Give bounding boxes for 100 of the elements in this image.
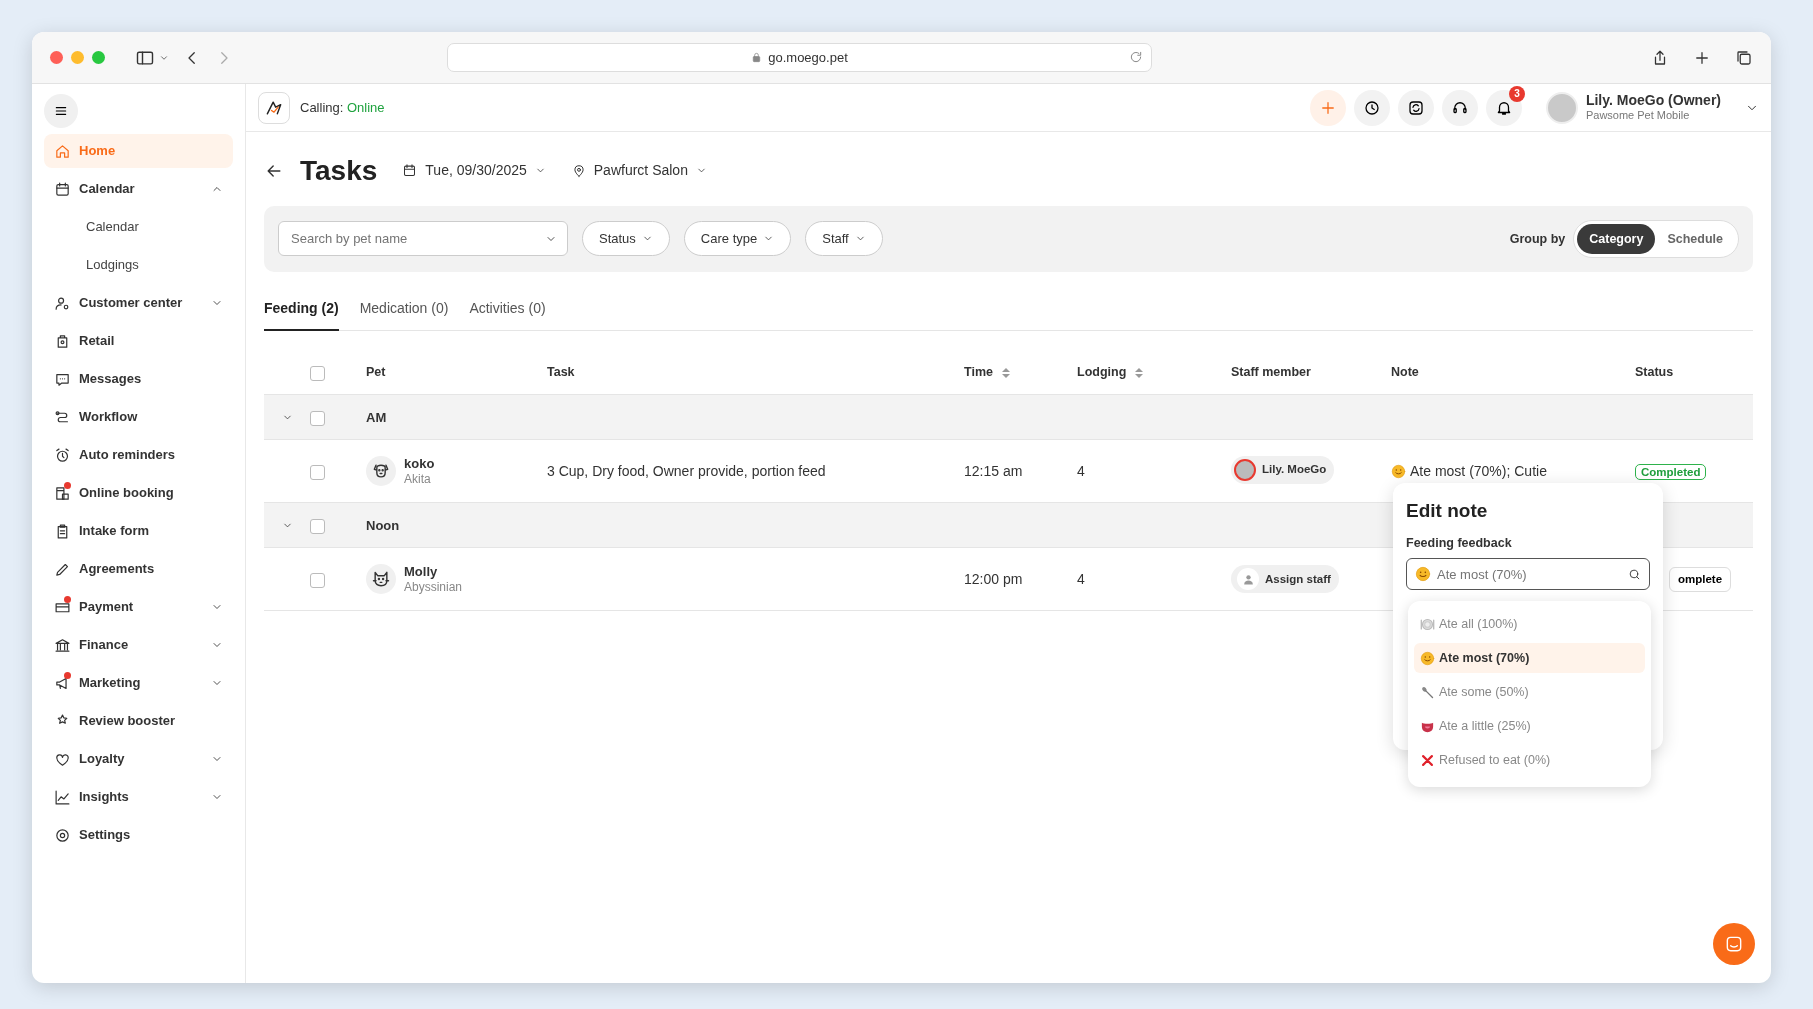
page-title: Tasks [300, 154, 378, 188]
notification-count: 3 [1508, 85, 1525, 102]
group-label: AM [366, 408, 388, 427]
sidebar-label: Home [79, 142, 116, 161]
column-header: Task [547, 364, 575, 382]
add-button[interactable] [1309, 89, 1346, 126]
address-bar[interactable]: go.moego.pet [447, 43, 1152, 72]
sidebar-item[interactable]: Online booking [44, 476, 233, 510]
sidebar-item[interactable]: Loyalty [44, 742, 233, 776]
search-field[interactable]: Search by pet name [278, 221, 568, 257]
task-time: 12:00 pm [964, 569, 1024, 589]
sidebar-label: Review booster [79, 712, 176, 731]
sidebar-subitem[interactable]: Calendar [44, 210, 233, 244]
location-picker[interactable]: Pawfurct Salon [570, 159, 708, 183]
pet-name: koko [404, 455, 435, 472]
tabs-overview-icon[interactable] [1735, 48, 1753, 67]
window-control-button[interactable] [92, 51, 105, 64]
clock-icon [1362, 98, 1381, 117]
sidebar-label: Retail [79, 332, 115, 351]
bank-icon [54, 636, 71, 654]
url-text: go.moego.pet [768, 48, 848, 67]
tab[interactable]: Activities (0) [469, 294, 546, 332]
feedback-option[interactable]: Ate most (70%) [1414, 643, 1645, 673]
sidebar-label: Calendar [79, 180, 135, 199]
spoon-icon [1420, 684, 1435, 700]
sidebar-item[interactable]: Auto reminders [44, 438, 233, 472]
sidebar-item[interactable]: Finance [44, 628, 233, 662]
search-field[interactable]: Search by pet name [289, 228, 539, 250]
sidebar-label: Workflow [79, 408, 138, 427]
date-picker[interactable]: Tue, 09/30/2025 [401, 159, 547, 183]
column-header: Staff member [1231, 364, 1311, 382]
sidebar-label: Agreements [79, 560, 155, 579]
column-header[interactable]: Time [964, 363, 993, 383]
feedback-option[interactable]: Ate some (50%) [1414, 677, 1645, 707]
status-label: Completed [1635, 463, 1707, 480]
group-by-label: Group by [1509, 230, 1566, 248]
calling-status: Calling: Online [300, 98, 385, 117]
tab[interactable]: Feeding (2) [264, 294, 339, 332]
lock-icon [751, 52, 763, 63]
sidebar-item[interactable]: Insights [44, 780, 233, 814]
filter-dropdown[interactable]: Care type [683, 221, 792, 257]
sidebar-item[interactable]: Agreements [44, 552, 233, 586]
sidebar-item[interactable]: Review booster [44, 704, 233, 738]
sidebar-item[interactable]: Marketing [44, 666, 233, 700]
checkbox[interactable] [310, 518, 325, 534]
sidebar-item[interactable]: Messages [44, 362, 233, 396]
checkbox[interactable] [310, 365, 325, 381]
clock-button[interactable] [1353, 89, 1390, 126]
sidebar-label: Intake form [79, 522, 150, 541]
feedback-option[interactable]: Refused to eat (0%) [1414, 745, 1645, 775]
sync-button[interactable] [1397, 89, 1434, 126]
pet-breed: Abyssinian [404, 579, 463, 595]
sidebar-item[interactable]: Intake form [44, 514, 233, 548]
sidebar-item[interactable]: Customer center [44, 286, 233, 320]
checkbox[interactable] [310, 572, 325, 588]
field-label: Feeding feedback [1406, 534, 1513, 552]
notifications-button[interactable]: 3 [1485, 89, 1522, 126]
smiley-icon [1391, 463, 1406, 479]
store-icon [54, 484, 71, 502]
feedback-field[interactable]: Ate most (70%) [1406, 558, 1650, 591]
sidebar-label: Marketing [79, 674, 141, 693]
group-by-option[interactable]: Category [1577, 223, 1656, 255]
sidebar-label: Insights [79, 788, 129, 807]
sidebar-label: Settings [79, 826, 131, 845]
sidebar-label: Finance [79, 636, 129, 655]
filter-dropdown[interactable]: Staff [805, 221, 883, 257]
chat-icon [1724, 934, 1744, 954]
menu-button[interactable] [44, 94, 78, 128]
filter-dropdown[interactable]: Status [582, 221, 670, 257]
sidebar-item[interactable]: Workflow [44, 400, 233, 434]
complete-button[interactable]: omplete [1669, 566, 1732, 592]
column-header: Note [1391, 364, 1419, 382]
search-icon [1628, 567, 1641, 581]
task-description: 3 Cup, Dry food, Owner provide, portion feed [547, 461, 827, 481]
sidebar-item[interactable]: Calendar [44, 172, 233, 206]
support-button[interactable] [1441, 89, 1478, 126]
chart-icon [54, 788, 71, 806]
sidebar-item[interactable]: Retail [44, 324, 233, 358]
sidebar-label: Loyalty [79, 750, 125, 769]
tab[interactable]: Medication (0) [359, 294, 449, 332]
window-control-button[interactable] [50, 51, 63, 64]
window-control-button[interactable] [71, 51, 84, 64]
business-name: Pawsome Pet Mobile [1585, 109, 1691, 124]
reload-icon[interactable] [1129, 50, 1143, 64]
sidebar-subitem[interactable]: Lodgings [44, 248, 233, 282]
chat-button[interactable] [1713, 923, 1755, 965]
assign-staff-button[interactable]: Assign staff [1231, 565, 1339, 594]
pet-breed: Akita [404, 471, 432, 487]
checkbox[interactable] [310, 410, 325, 426]
feedback-option[interactable]: Ate a little (25%) [1414, 711, 1645, 741]
staff-chip[interactable]: Lily. MoeGo [1231, 455, 1335, 484]
checkbox[interactable] [310, 464, 325, 480]
alarm-clock-icon [54, 446, 71, 464]
user-avatar[interactable] [1545, 91, 1578, 124]
sidebar-item[interactable]: Settings [44, 818, 233, 852]
feedback-option[interactable]: Ate all (100%) [1414, 609, 1645, 639]
group-by-option[interactable]: Schedule [1655, 223, 1735, 255]
person-icon [1241, 572, 1255, 586]
column-header[interactable]: Lodging [1077, 363, 1127, 383]
sidebar-item[interactable]: Payment [44, 590, 233, 624]
